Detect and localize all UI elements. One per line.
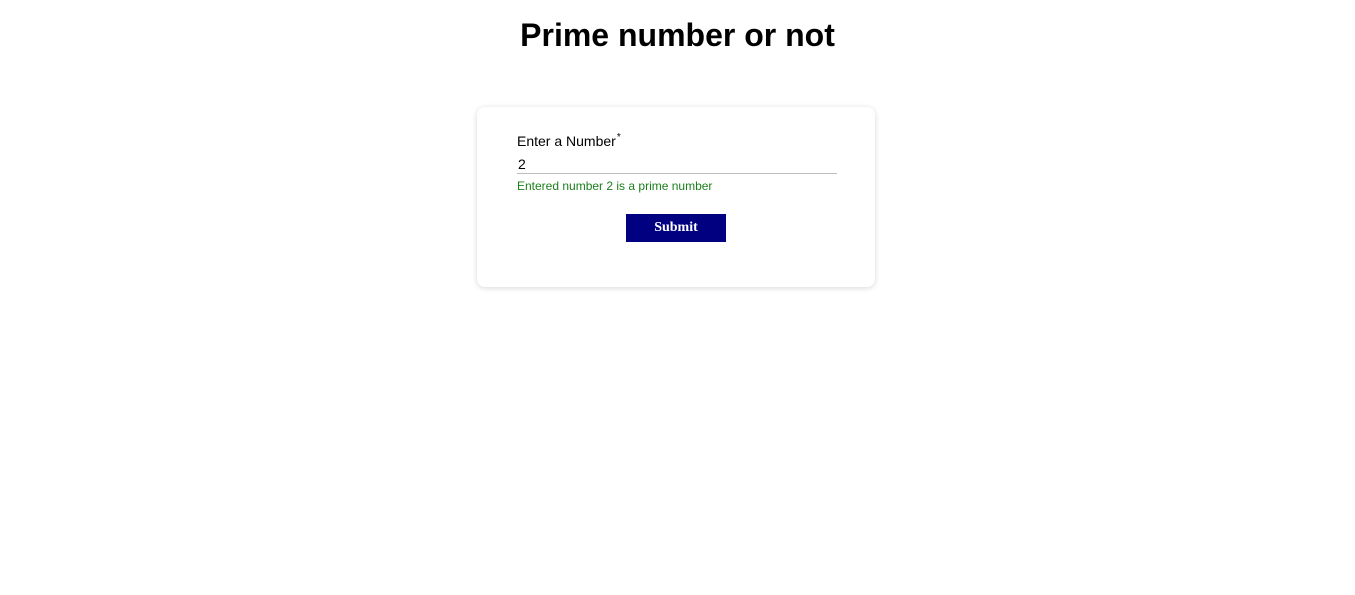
- prime-check-card: Enter a Number* Entered number 2 is a pr…: [477, 107, 875, 287]
- required-mark: *: [616, 132, 621, 143]
- number-field-label-text: Enter a Number: [517, 133, 616, 149]
- submit-button[interactable]: Submit: [626, 214, 726, 242]
- page-title: Prime number or not: [520, 17, 835, 53]
- result-message: Entered number 2 is a prime number: [517, 179, 713, 193]
- number-field-label: Enter a Number*: [517, 132, 621, 149]
- number-input[interactable]: [517, 154, 837, 174]
- number-field: Enter a Number* Entered number 2 is a pr…: [517, 132, 837, 193]
- page: Prime number or not Enter a Number* Ente…: [0, 0, 1355, 595]
